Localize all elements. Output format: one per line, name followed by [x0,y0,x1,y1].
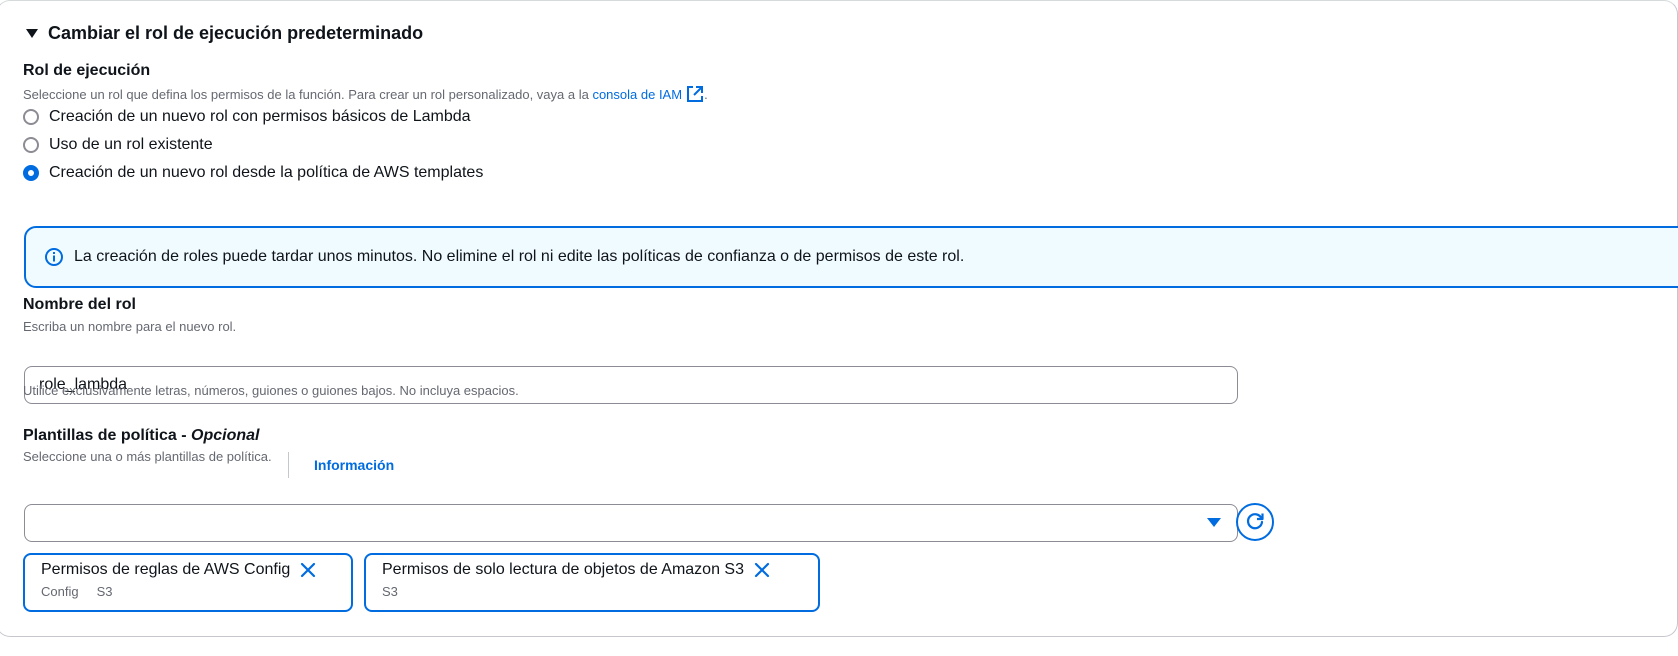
radio-label: Uso de un rol existente [49,136,213,153]
policy-templates-label: Plantillas de política - Opcional [23,427,260,445]
radio-option-aws-templates[interactable]: Creación de un nuevo rol desde la políti… [23,164,483,182]
info-icon [45,248,63,266]
alert-text: La creación de roles puede tardar unos m… [74,248,965,265]
radio-button-selected[interactable] [23,165,39,181]
radio-label: Creación de un nuevo rol con permisos bá… [49,108,471,125]
token-title: Permisos de reglas de AWS Config [41,561,291,578]
radio-option-basic-lambda[interactable]: Creación de un nuevo rol con permisos bá… [23,108,471,126]
dismiss-token-button[interactable] [754,562,770,578]
policy-token-s3-readonly: Permisos de solo lectura de objetos de A… [364,553,820,612]
token-tag: Config [41,584,79,599]
info-link[interactable]: Información [314,457,394,473]
refresh-button[interactable] [1236,503,1274,541]
info-alert: La creación de roles puede tardar unos m… [24,226,1678,288]
close-icon [754,562,770,578]
close-icon [301,562,316,578]
policy-templates-description: Seleccione una o más plantillas de polít… [23,449,272,464]
optional-text: Opcional [191,427,260,444]
description-text: Seleccione un rol que defina los permiso… [23,87,593,102]
external-link-icon [687,86,704,102]
role-name-constraint: Utilice exclusivamente letras, números, … [23,383,519,398]
expand-section-toggle[interactable]: Cambiar el rol de ejecución predetermina… [26,23,423,44]
policy-templates-label-text: Plantillas de política - [23,427,192,444]
dismiss-token-button[interactable] [300,562,316,578]
radio-option-existing-role[interactable]: Uso de un rol existente [23,136,213,154]
execution-role-label: Rol de ejecución [23,62,151,79]
policy-token-aws-config: Permisos de reglas de AWS Config Config S… [23,553,353,612]
iam-console-link-text: consola de IAM [592,87,683,102]
caret-down-icon [1207,518,1221,527]
token-title: Permisos de solo lectura de objetos de A… [382,561,744,578]
label-divider [288,452,289,478]
refresh-icon [1246,513,1264,530]
execution-role-description: Seleccione un rol que defina los permiso… [23,85,708,103]
policy-templates-select[interactable] [24,504,1238,542]
caret-down-icon [26,29,38,38]
role-name-description: Escriba un nombre para el nuevo rol. [23,319,237,334]
section-title: Cambiar el rol de ejecución predetermina… [48,23,424,43]
radio-label: Creación de un nuevo rol desde la políti… [49,164,484,181]
description-suffix: . [704,87,708,102]
role-name-label: Nombre del rol [23,296,136,313]
radio-button[interactable] [23,109,39,125]
token-tag: S3 [96,584,113,599]
token-tag: S3 [382,584,398,599]
iam-console-link[interactable]: consola de IAM [592,86,704,102]
radio-button[interactable] [23,137,39,153]
